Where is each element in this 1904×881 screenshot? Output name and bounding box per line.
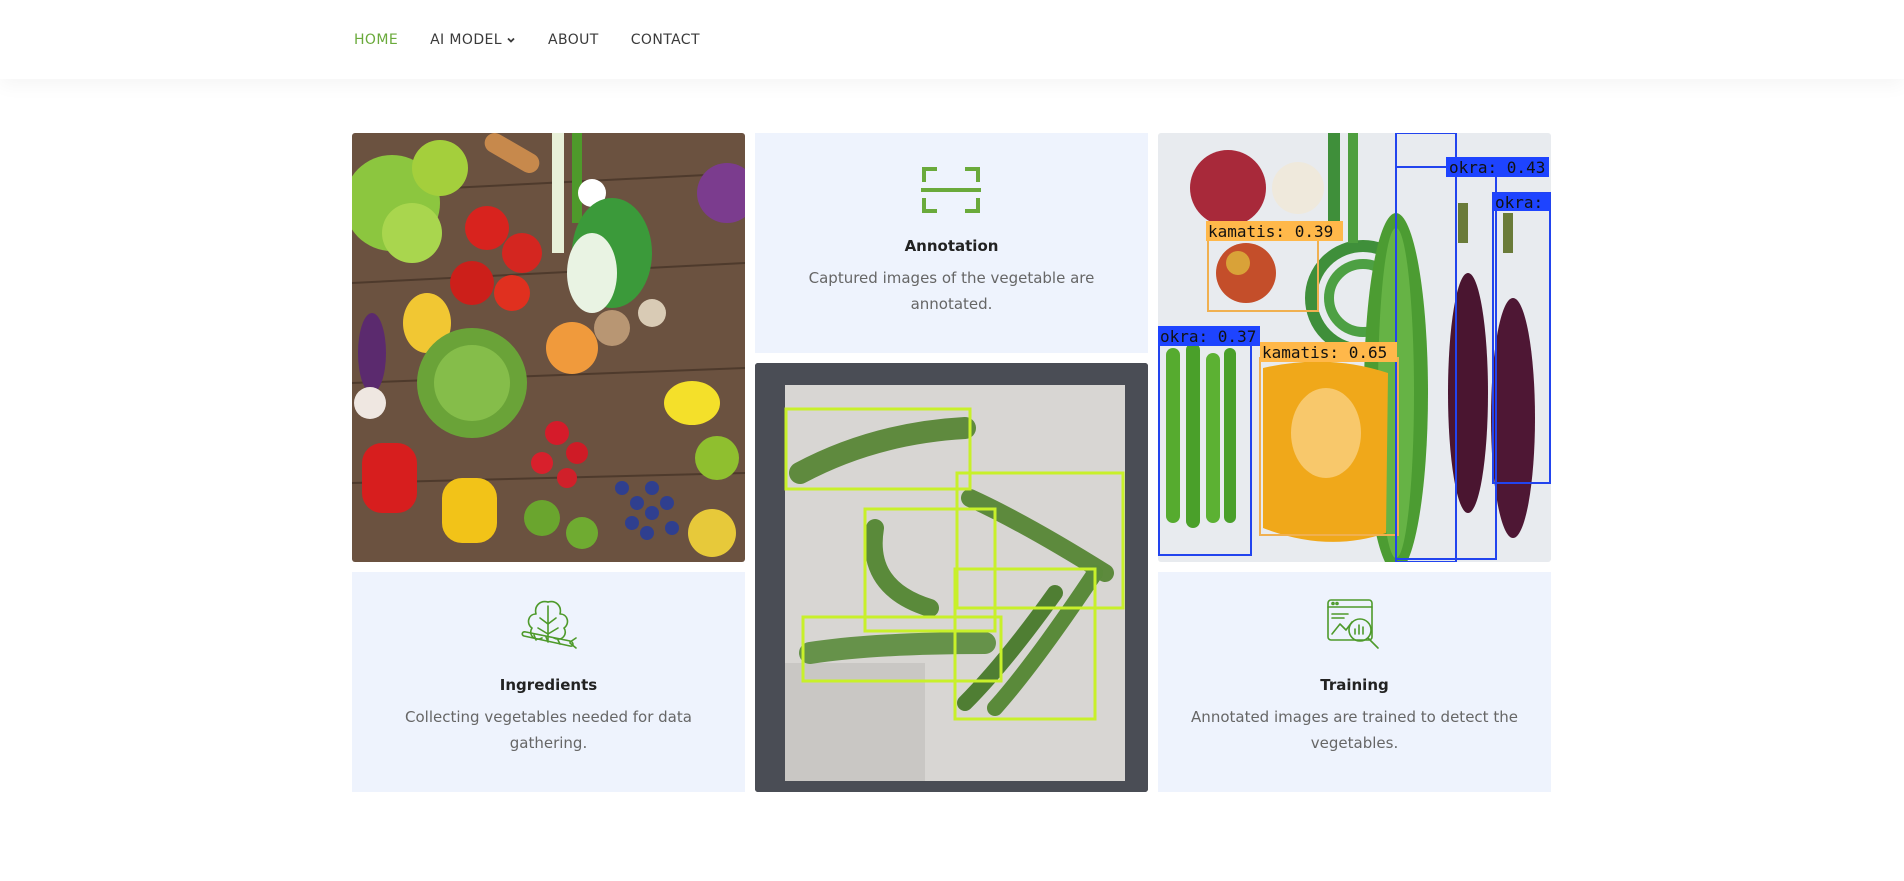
chevron-down-icon <box>507 37 515 43</box>
training-card: Training Annotated images are trained to… <box>1158 572 1551 792</box>
ingredients-description: Collecting vegetables needed for data ga… <box>364 704 733 756</box>
annotation-desc-line2: annotated. <box>910 295 993 313</box>
annotation-card: Annotation Captured images of the vegeta… <box>755 133 1148 353</box>
label-okra-2: okra: <box>1495 193 1543 212</box>
vegetables-photo <box>352 133 745 562</box>
nav-contact[interactable]: CONTACT <box>629 22 702 58</box>
main-nav: HOME AI MODEL ABOUT CONTACT <box>352 0 730 79</box>
training-title: Training <box>1320 676 1389 694</box>
detection-image: okra: 0.43 okra: kamatis: 0.39 okra: 0.3… <box>1158 133 1551 562</box>
training-desc-line1: Annotated images are trained to detect t… <box>1191 708 1518 726</box>
annotation-desc-line1: Captured images of the vegetable are <box>808 269 1095 287</box>
annotation-title: Annotation <box>904 237 999 255</box>
label-kamatis-1: kamatis: 0.39 <box>1208 222 1333 241</box>
detection-results-photo: okra: 0.43 okra: kamatis: 0.39 okra: 0.3… <box>1158 133 1551 562</box>
vegetables-icon <box>521 600 577 649</box>
label-okra-1: okra: 0.43 <box>1449 158 1545 177</box>
ingredients-desc-line2: gathering. <box>509 734 588 752</box>
okra-annotation-photo <box>755 363 1148 792</box>
site-header: HOME AI MODEL ABOUT CONTACT <box>0 0 1904 79</box>
features-grid: Annotation Captured images of the vegeta… <box>352 133 1552 793</box>
annotation-description: Captured images of the vegetable are ann… <box>775 265 1128 317</box>
ingredients-card: Ingredients Collecting vegetables needed… <box>352 572 745 792</box>
nav-home[interactable]: HOME <box>352 22 400 58</box>
training-description: Annotated images are trained to detect t… <box>1170 704 1539 756</box>
vegetables-image <box>352 133 745 562</box>
ingredients-title: Ingredients <box>499 676 598 694</box>
image-search-icon <box>1327 599 1379 649</box>
label-kamatis-2: kamatis: 0.65 <box>1262 343 1387 362</box>
okra-annotation-image <box>755 363 1148 792</box>
nav-about[interactable]: ABOUT <box>546 22 601 58</box>
ingredients-desc-line1: Collecting vegetables needed for data <box>405 708 692 726</box>
training-desc-line2: vegetables. <box>1310 734 1399 752</box>
nav-ai-model-label: AI MODEL <box>430 31 502 48</box>
label-okra-3: okra: 0.37 <box>1160 327 1256 346</box>
nav-ai-model[interactable]: AI MODEL <box>428 22 518 58</box>
scan-frame-icon <box>921 167 981 213</box>
